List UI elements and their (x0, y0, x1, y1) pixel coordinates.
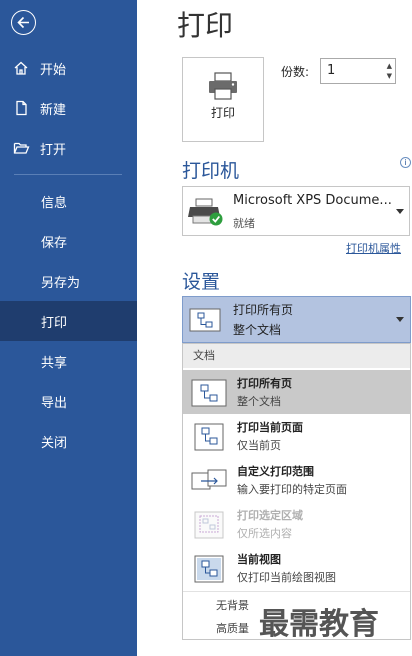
dropdown-item-title: 打印所有页 (237, 377, 292, 390)
dropdown-item-current-view[interactable]: 当前视图 仅打印当前绘图视图 (183, 546, 410, 590)
dropdown-item-title: 自定义打印范围 (237, 465, 314, 478)
sidebar-item-save-as[interactable]: 另存为 (0, 261, 137, 301)
sidebar-item-share[interactable]: 共享 (0, 341, 137, 381)
spin-arrows-icon[interactable]: ▲ ▼ (387, 61, 392, 81)
print-range-select[interactable]: 打印所有页 整个文档 (182, 296, 411, 343)
sidebar-item-label: 保存 (41, 235, 68, 251)
option-high-quality[interactable]: 高质量 (216, 620, 249, 636)
dropdown-item-subtitle: 仅打印当前绘图视图 (237, 571, 336, 584)
printer-select[interactable]: Microsoft XPS Docume... 就绪 (182, 186, 410, 236)
dropdown-item-title: 打印选定区域 (237, 509, 303, 522)
dropdown-item-title: 打印当前页面 (237, 421, 303, 434)
printer-ready-icon (187, 197, 225, 231)
selection-icon (191, 511, 227, 543)
printer-status: 就绪 (233, 217, 255, 230)
sidebar-item-open[interactable]: 打开 (0, 128, 137, 168)
settings-heading: 设置 (182, 271, 221, 293)
sidebar-item-close[interactable]: 关闭 (0, 421, 137, 461)
printer-name: Microsoft XPS Docume... (233, 193, 392, 208)
dropdown-group-header: 文档 (183, 344, 410, 368)
dropdown-item-current-page[interactable]: 打印当前页面 仅当前页 (183, 414, 410, 458)
sidebar-divider (14, 174, 122, 175)
dropdown-divider (183, 591, 410, 592)
sidebar-item-label: 共享 (41, 355, 68, 371)
all-pages-icon (189, 307, 221, 337)
selected-range-title: 打印所有页 (233, 303, 294, 317)
sidebar-item-new[interactable]: 新建 (0, 88, 137, 128)
print-button-label: 打印 (210, 106, 235, 120)
page-title: 打印 (177, 9, 234, 42)
all-pages-icon (191, 379, 227, 411)
dropdown-item-subtitle: 仅所选内容 (237, 527, 292, 540)
info-icon[interactable]: i (400, 157, 411, 168)
sidebar-item-label: 另存为 (41, 275, 81, 291)
home-icon (0, 60, 40, 76)
sidebar-item-label: 导出 (41, 395, 68, 411)
printer-icon (209, 72, 237, 100)
sidebar-item-save[interactable]: 保存 (0, 221, 137, 261)
sidebar-item-label: 打开 (40, 142, 67, 158)
back-button[interactable] (11, 10, 36, 35)
dropdown-item-subtitle: 输入要打印的特定页面 (237, 483, 347, 496)
sidebar-item-print[interactable]: 打印 (0, 301, 137, 341)
copies-label: 份数: (281, 65, 310, 79)
dropdown-item-all-pages[interactable]: 打印所有页 整个文档 (183, 370, 410, 414)
printer-heading: 打印机 (182, 160, 240, 182)
sidebar-item-label: 打印 (41, 315, 68, 331)
current-view-icon (191, 555, 227, 587)
copies-stepper[interactable]: 1 ▲ ▼ (320, 58, 396, 84)
sidebar-item-label: 关闭 (41, 435, 68, 451)
dropdown-item-custom-range[interactable]: 自定义打印范围 输入要打印的特定页面 (183, 458, 410, 502)
current-page-icon (191, 423, 227, 455)
chevron-down-icon (396, 209, 404, 214)
print-button[interactable]: 打印 (182, 57, 264, 142)
dropdown-item-title: 当前视图 (237, 553, 281, 566)
sidebar-item-home[interactable]: 开始 (0, 48, 137, 88)
sidebar-item-export[interactable]: 导出 (0, 381, 137, 421)
back-arrow-icon (17, 16, 29, 29)
copies-value: 1 (327, 63, 336, 78)
printer-properties-link[interactable]: 打印机属性 (346, 240, 401, 256)
dropdown-item-subtitle: 整个文档 (237, 395, 281, 408)
new-document-icon (0, 100, 40, 116)
chevron-down-icon (396, 317, 404, 322)
open-folder-icon (0, 140, 40, 156)
selected-range-subtitle: 整个文档 (233, 323, 282, 337)
watermark: 最需教育 (259, 607, 379, 642)
sidebar-item-label: 开始 (40, 62, 67, 78)
custom-range-icon (191, 467, 227, 499)
backstage-sidebar: 开始 新建 打开 信息 保存 另存为 打印 共享 导出 关闭 (0, 0, 137, 656)
sidebar-item-label: 新建 (40, 102, 67, 118)
option-no-background[interactable]: 无背景 (216, 597, 249, 613)
print-range-dropdown: 文档 打印所有页 整个文档 打印当前页面 仅当前页 自定义打印范围 输入要打印的… (182, 343, 411, 640)
sidebar-item-info[interactable]: 信息 (0, 181, 137, 221)
dropdown-item-selection: 打印选定区域 仅所选内容 (183, 502, 410, 546)
sidebar-item-label: 信息 (41, 195, 68, 211)
dropdown-item-subtitle: 仅当前页 (237, 439, 281, 452)
print-panel: 打印 打印 份数: 1 ▲ ▼ 打印机 i Microsoft XPS Docum… (137, 0, 412, 656)
